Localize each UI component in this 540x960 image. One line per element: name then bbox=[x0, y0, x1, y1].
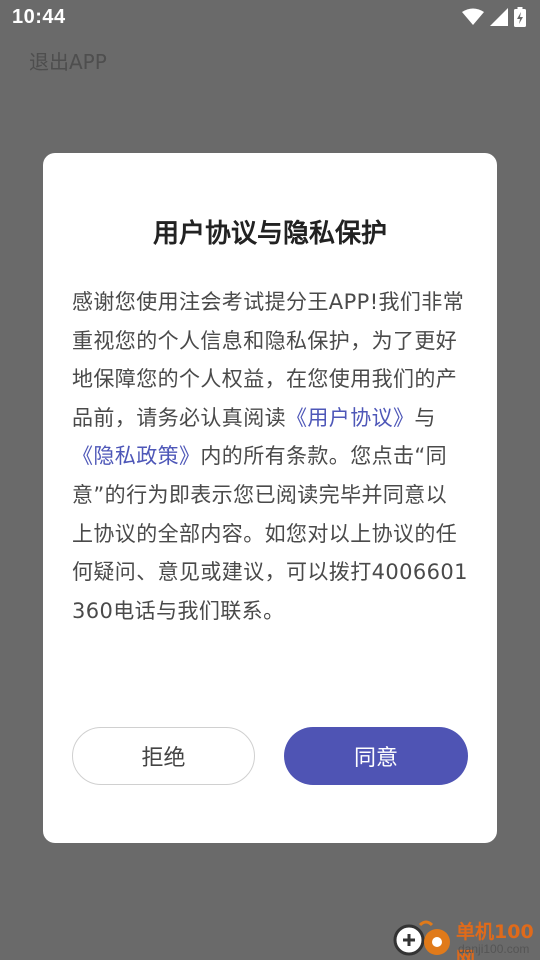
status-bar: 10:44 bbox=[0, 0, 540, 36]
agree-button[interactable]: 同意 bbox=[284, 727, 468, 785]
privacy-dialog: 用户协议与隐私保护 感谢您使用注会考试提分王APP!我们非常重视您的个人信息和隐… bbox=[43, 153, 497, 843]
battery-charging-icon bbox=[514, 7, 526, 31]
watermark: 单机100网 danji100.com bbox=[392, 917, 540, 960]
dialog-title: 用户协议与隐私保护 bbox=[152, 219, 387, 249]
exit-app-button[interactable]: 退出APP bbox=[29, 46, 107, 75]
privacy-policy-link[interactable]: 《隐私政策》 bbox=[72, 444, 200, 468]
user-agreement-link[interactable]: 《用户协议》 bbox=[286, 406, 414, 430]
body-text-terms: 内的所有条款。您点击“同意”的行为即表示您已阅读完毕并同意以上协议的全部内容。如… bbox=[72, 444, 468, 623]
status-icons bbox=[462, 7, 526, 31]
watermark-text-en: danji100.com bbox=[458, 942, 530, 956]
wifi-icon bbox=[462, 8, 484, 30]
reject-button[interactable]: 拒绝 bbox=[72, 727, 255, 785]
body-text-and: 与 bbox=[414, 405, 436, 430]
cell-signal-icon bbox=[490, 8, 508, 30]
status-time: 10:44 bbox=[12, 6, 66, 28]
dialog-body: 感谢您使用注会考试提分王APP!我们非常重视您的个人信息和隐私保护，为了更好地保… bbox=[72, 283, 468, 630]
